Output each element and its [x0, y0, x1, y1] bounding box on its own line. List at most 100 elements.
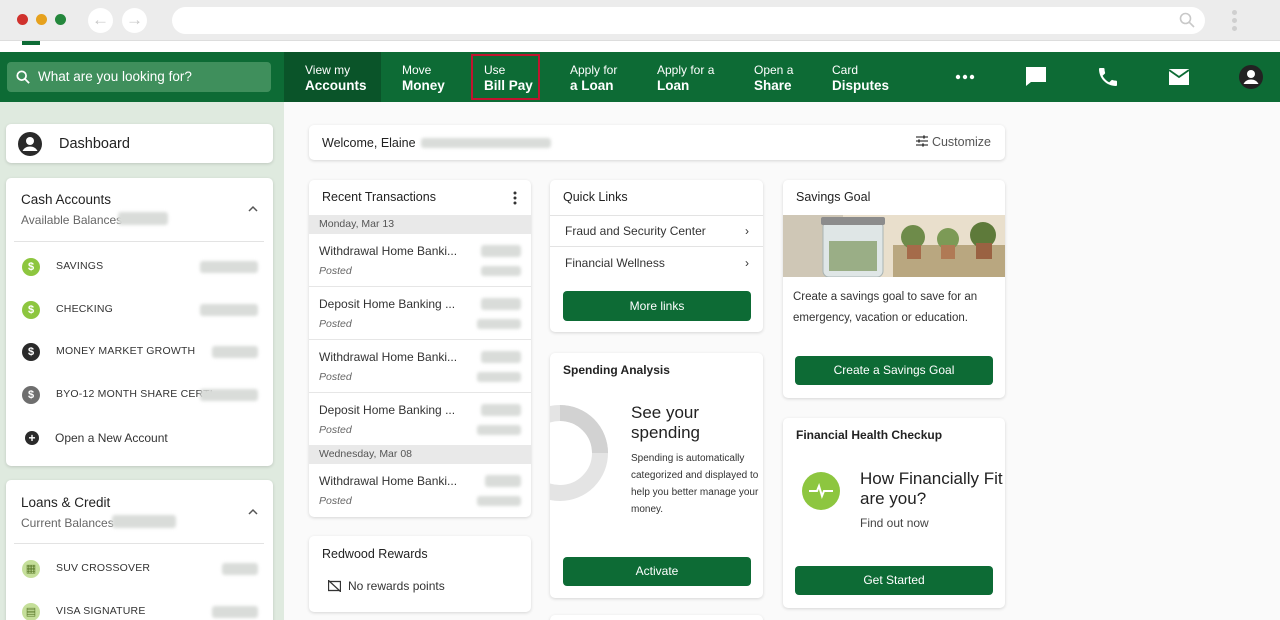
dollar-icon: $	[22, 343, 40, 361]
nav-line2: Loan	[657, 78, 690, 93]
transaction-row[interactable]: Deposit Home Banking ... Posted	[309, 393, 531, 446]
nav-line2: Bill Pay	[484, 78, 533, 93]
account-balance	[200, 261, 258, 273]
transaction-status: Posted	[319, 318, 352, 330]
date-header: Wednesday, Mar 08	[309, 445, 531, 464]
transaction-name: Deposit Home Banking ...	[319, 403, 456, 417]
minimize-window-dot[interactable]	[36, 14, 47, 25]
financial-health-card: Financial Health Checkup How Financially…	[783, 418, 1005, 608]
health-heading-line2: are you?	[860, 489, 927, 508]
customize-button[interactable]: Customize	[915, 135, 991, 149]
activate-button[interactable]: Activate	[563, 557, 751, 586]
savings-goal-body-line2: emergency, vacation or education.	[793, 312, 968, 324]
rewards-text: No rewards points	[348, 579, 445, 593]
address-bar[interactable]	[172, 7, 1205, 34]
nav-view-accounts[interactable]: View my Accounts	[284, 52, 381, 102]
chevron-up-icon[interactable]	[248, 204, 258, 214]
transaction-row[interactable]: Deposit Home Banking ... Posted	[309, 287, 531, 340]
recent-transactions-title: Recent Transactions	[322, 190, 436, 204]
account-byo-share[interactable]: $ BYO-12 MONTH SHARE CERTI...	[22, 380, 264, 410]
nav-line1: Card	[832, 63, 859, 77]
current-balance-total	[112, 515, 176, 528]
transaction-amount	[481, 245, 521, 257]
nav-line2: Share	[754, 78, 792, 93]
heartbeat-icon	[802, 472, 840, 510]
health-heading-line1: How Financially Fit	[860, 469, 1003, 488]
transaction-balance	[477, 425, 521, 435]
dashboard-card[interactable]: Dashboard	[6, 124, 273, 163]
top-nav: What are you looking for? View my Accoun…	[0, 52, 1280, 102]
dashboard-label: Dashboard	[59, 136, 130, 152]
get-started-button[interactable]: Get Started	[795, 566, 993, 595]
cash-accounts-subtitle: Available Balances	[21, 213, 123, 227]
sidebar: Dashboard Cash Accounts Available Balanc…	[0, 102, 284, 620]
back-arrow-icon[interactable]: ←	[88, 8, 113, 33]
maximize-window-dot[interactable]	[55, 14, 66, 25]
nav-line1: Apply for a	[657, 63, 715, 77]
bank-icon: ▦	[22, 560, 40, 578]
search-input[interactable]: What are you looking for?	[7, 62, 271, 92]
account-money-market[interactable]: $ MONEY MARKET GROWTH	[22, 337, 264, 367]
close-window-dot[interactable]	[17, 14, 28, 25]
account-balance	[200, 304, 258, 316]
welcome-bar: Welcome, Elaine Customize	[309, 125, 1005, 160]
more-icon[interactable]	[953, 65, 977, 89]
nav-line2: Money	[402, 78, 445, 93]
link-financial-wellness[interactable]: Financial Wellness ›	[550, 247, 763, 279]
account-savings[interactable]: $ SAVINGS	[22, 252, 264, 282]
loans-credit-card: Loans & Credit Current Balances ▦ SUV CR…	[6, 480, 273, 620]
nav-card-disputes[interactable]: Card Disputes	[812, 52, 904, 102]
rewards-card: Redwood Rewards No rewards points	[309, 536, 531, 612]
transaction-name: Deposit Home Banking ...	[319, 297, 456, 311]
more-vertical-icon[interactable]	[512, 191, 518, 205]
phone-icon[interactable]	[1096, 65, 1120, 89]
quick-links-card: Quick Links Fraud and Security Center › …	[550, 180, 763, 332]
account-label: BYO-12 MONTH SHARE CERTI...	[56, 388, 223, 400]
nav-move-money[interactable]: Move Money	[381, 52, 469, 102]
profile-icon[interactable]	[1239, 65, 1263, 89]
sliders-icon	[915, 135, 928, 147]
transaction-amount	[481, 351, 521, 363]
savings-goal-title: Savings Goal	[796, 190, 871, 204]
nav-line1: Apply for	[570, 63, 618, 77]
transaction-row[interactable]: Withdrawal Home Banki... Posted	[309, 234, 531, 287]
account-visa-signature[interactable]: ▤ VISA SIGNATURE	[22, 597, 264, 620]
loans-credit-title: Loans & Credit	[21, 495, 111, 510]
spending-body-line3: help you better manage your	[631, 487, 759, 498]
chevron-up-icon[interactable]	[248, 507, 258, 517]
nav-open-share[interactable]: Open a Share	[733, 52, 813, 102]
link-fraud-security[interactable]: Fraud and Security Center ›	[550, 215, 763, 247]
transaction-row[interactable]: Withdrawal Home Banki... Posted	[309, 340, 531, 393]
dollar-icon: $	[22, 386, 40, 404]
cash-accounts-card: Cash Accounts Available Balances $ SAVIN…	[6, 178, 273, 466]
recent-transactions-card: Recent Transactions Monday, Mar 13 Withd…	[309, 180, 531, 517]
chevron-right-icon: ›	[745, 256, 749, 270]
savings-goal-body-line1: Create a savings goal to save for an	[793, 291, 978, 303]
nav-bill-pay[interactable]: Use Bill Pay	[471, 54, 540, 100]
open-new-account[interactable]: + Open a New Account	[22, 423, 264, 453]
nav-apply-loan[interactable]: Apply for a Loan	[549, 52, 635, 102]
search-icon	[16, 70, 30, 84]
account-checking[interactable]: $ CHECKING	[22, 295, 264, 325]
account-label: SAVINGS	[56, 260, 104, 272]
mail-icon[interactable]	[1167, 65, 1191, 89]
nav-line1: Use	[484, 63, 506, 77]
account-label: MONEY MARKET GROWTH	[56, 345, 196, 357]
transaction-balance	[477, 496, 521, 506]
logo-strip	[0, 41, 1280, 52]
chat-icon[interactable]	[1024, 65, 1048, 89]
transaction-status: Posted	[319, 371, 352, 383]
spending-analysis-card: Spending Analysis See your spending Spen…	[550, 353, 763, 598]
transaction-row[interactable]: Withdrawal Home Banki... Posted	[309, 464, 531, 517]
transaction-name: Withdrawal Home Banki...	[319, 474, 458, 488]
date-header: Monday, Mar 13	[309, 215, 531, 234]
search-placeholder: What are you looking for?	[38, 69, 192, 84]
browser-menu-icon[interactable]	[1229, 8, 1239, 34]
transaction-balance	[477, 319, 521, 329]
nav-line1: Open a	[754, 63, 794, 77]
more-links-button[interactable]: More links	[563, 291, 751, 321]
account-suv-crossover[interactable]: ▦ SUV CROSSOVER	[22, 554, 264, 584]
create-savings-goal-button[interactable]: Create a Savings Goal	[795, 356, 993, 385]
nav-apply-for-a-loan[interactable]: Apply for a Loan	[636, 52, 732, 102]
forward-arrow-icon[interactable]: →	[122, 8, 147, 33]
